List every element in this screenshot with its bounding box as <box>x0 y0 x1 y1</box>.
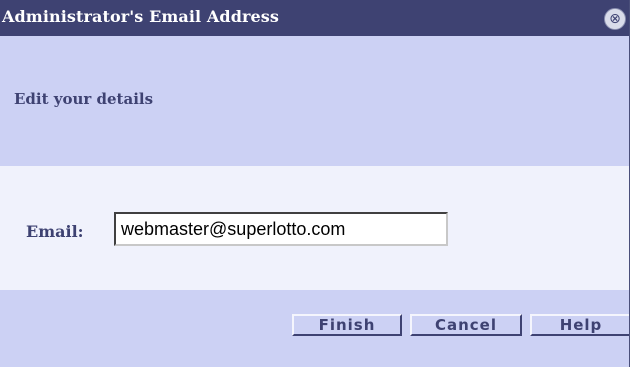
title-bar: Administrator's Email Address ⊗ <box>0 0 629 36</box>
window-title: Administrator's Email Address <box>2 7 280 26</box>
header-text: Edit your details <box>14 90 154 108</box>
email-dialog: Administrator's Email Address ⊗ Edit you… <box>0 0 630 367</box>
header-section: Edit your details <box>0 36 629 166</box>
form-section: Email: <box>0 166 629 290</box>
button-bar: Finish Cancel Help <box>0 290 629 367</box>
email-label: Email: <box>26 222 84 241</box>
email-field[interactable] <box>114 212 448 246</box>
finish-button[interactable]: Finish <box>292 314 402 336</box>
cancel-button[interactable]: Cancel <box>410 314 522 336</box>
close-icon[interactable]: ⊗ <box>604 8 626 30</box>
help-button[interactable]: Help <box>530 314 629 336</box>
